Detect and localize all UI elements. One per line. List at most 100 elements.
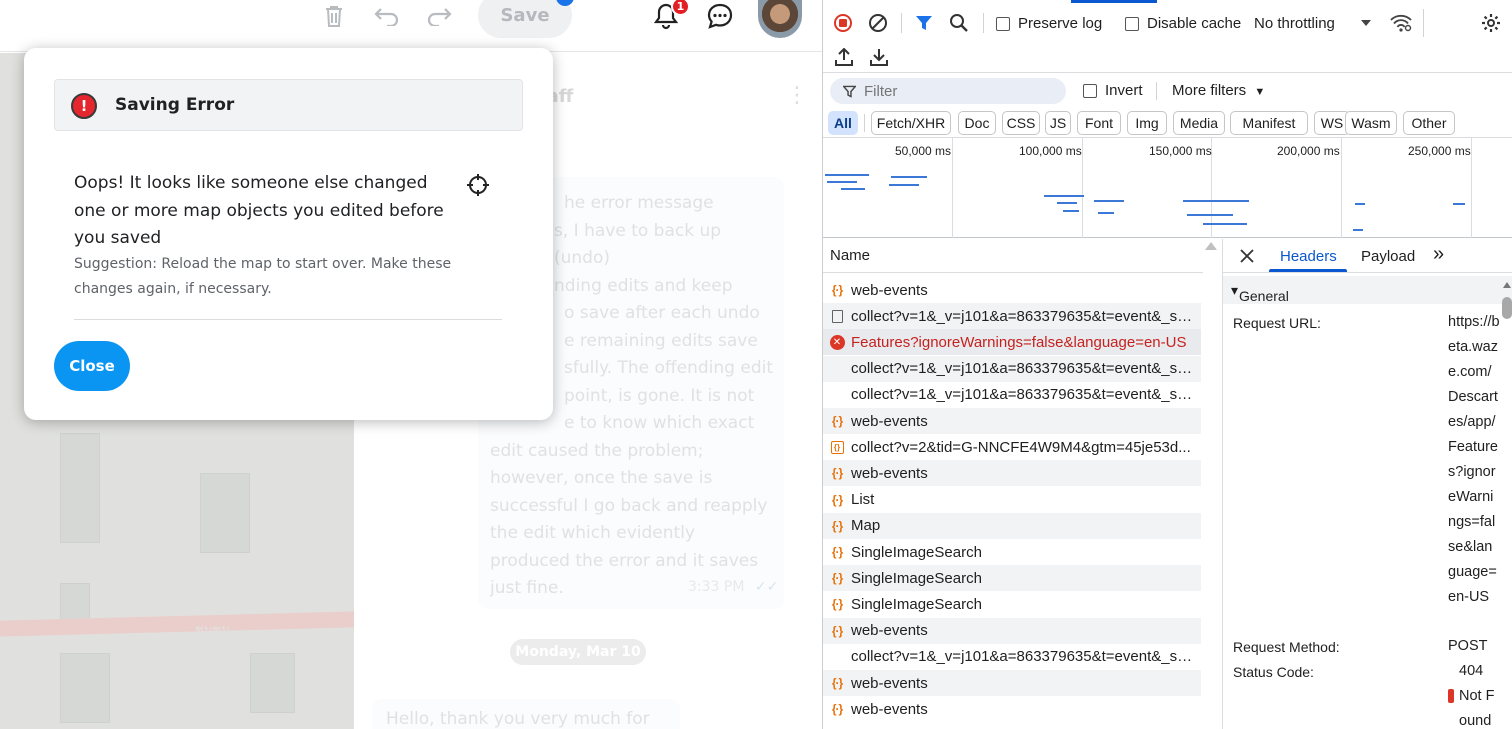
request-row[interactable]: {·} web-events	[823, 277, 1201, 303]
redo-icon[interactable]	[424, 2, 454, 30]
request-detail-pane: Headers Payload » ▾ General Request URL:…	[1222, 239, 1512, 729]
request-row[interactable]: collect?v=1&_v=j101&a=863379635&t=event&…	[823, 355, 1201, 382]
scroll-up-arrow-icon[interactable]	[1205, 242, 1217, 250]
invert-label: Invert	[1105, 82, 1143, 99]
close-icon[interactable]	[1237, 246, 1257, 266]
request-row[interactable]: collect?v=1&_v=j101&a=863379635&t=event&…	[823, 644, 1201, 670]
type-filter-font[interactable]: Font	[1077, 111, 1121, 135]
status-code-value: 404	[1459, 663, 1484, 679]
type-filter-img[interactable]: Img	[1127, 111, 1167, 135]
request-method-label: Request Method:	[1233, 639, 1340, 655]
filter-funnel-icon[interactable]	[912, 11, 936, 35]
top-toolbar: Save 1	[0, 0, 822, 52]
type-filter-all[interactable]: All	[828, 111, 858, 135]
fetch-xhr-icon: {·}	[831, 545, 843, 559]
search-icon[interactable]	[947, 11, 971, 35]
tab-headers[interactable]: Headers	[1280, 248, 1337, 265]
more-tabs-icon[interactable]: »	[1433, 243, 1444, 266]
request-name: web-events	[851, 412, 928, 430]
network-toolbar-row2	[823, 41, 1512, 73]
fetch-xhr-icon: {·}	[831, 414, 843, 428]
scroll-up-arrow-icon[interactable]	[1503, 282, 1511, 288]
dialog-message: Oops! It looks like someone else changed…	[74, 173, 444, 248]
clear-icon[interactable]	[866, 11, 890, 35]
request-row[interactable]: {} collect?v=2&tid=G-NNCFE4W9M4&gtm=45je5…	[823, 434, 1201, 460]
request-row[interactable]: {·} List	[823, 487, 1201, 513]
export-har-icon[interactable]	[867, 45, 891, 69]
type-filter-doc[interactable]: Doc	[958, 111, 996, 135]
dialog-title: Saving Error	[115, 95, 235, 115]
preserve-log-checkbox[interactable]	[996, 17, 1010, 31]
name-column-header[interactable]: Name	[823, 239, 1203, 273]
user-avatar[interactable]	[758, 0, 802, 38]
type-filter-fetch-xhr[interactable]: Fetch/XHR	[871, 111, 951, 135]
throttling-value: No throttling	[1254, 15, 1335, 32]
tab-payload[interactable]: Payload	[1361, 248, 1415, 265]
fetch-xhr-icon: {·}	[831, 571, 843, 586]
status-code-label: Status Code:	[1233, 664, 1314, 680]
fetch-xhr-icon: {·}	[831, 597, 843, 612]
undo-icon[interactable]	[372, 2, 402, 30]
request-row[interactable]: collect?v=1&_v=j101&a=863379635&t=event&…	[823, 303, 1201, 330]
stop-recording-icon[interactable]	[831, 11, 855, 35]
timeline-request-bar	[1183, 200, 1249, 202]
save-button[interactable]: Save	[478, 0, 572, 38]
network-conditions-icon[interactable]	[1388, 11, 1414, 35]
request-row[interactable]: {·} web-events	[823, 670, 1201, 696]
request-row[interactable]: {·} web-events	[823, 408, 1201, 434]
request-row[interactable]: collect?v=1&_v=j101&a=863379635&t=event&…	[823, 382, 1201, 408]
resource-type-filters: All Fetch/XHR Doc CSS JS Font Img Media …	[823, 108, 1512, 138]
chat-icon[interactable]	[704, 1, 736, 31]
timeline-tick: 150,000 ms	[1149, 144, 1212, 158]
timeline-request-bar	[1187, 214, 1233, 216]
request-row[interactable]: {·} SingleImageSearch	[823, 565, 1201, 592]
map-editor-app: Save 1 ชุมชน taff ⋮ he error message s, …	[0, 0, 822, 729]
toolbar-separator	[983, 13, 984, 33]
filter-input[interactable]	[864, 81, 1054, 101]
request-name: collect?v=1&_v=j101&a=863379635&t=event&…	[851, 307, 1197, 325]
type-filter-js[interactable]: JS	[1045, 111, 1071, 135]
detail-tabs: Headers Payload »	[1223, 239, 1512, 273]
request-row[interactable]: {·} web-events	[823, 460, 1201, 487]
request-name: web-events	[851, 674, 928, 692]
crosshair-icon[interactable]	[466, 173, 490, 197]
request-row[interactable]: {·} Map	[823, 512, 1201, 539]
timeline-tick: 200,000 ms	[1277, 144, 1340, 158]
request-name: Features?ignoreWarnings=false&language=e…	[851, 333, 1187, 351]
type-filter-css[interactable]: CSS	[1002, 111, 1040, 135]
request-row[interactable]: ✕ Features?ignoreWarnings=false&language=…	[823, 329, 1201, 356]
disable-cache-checkbox[interactable]	[1125, 17, 1139, 31]
close-button[interactable]: Close	[54, 341, 130, 391]
invert-checkbox[interactable]	[1083, 84, 1097, 98]
document-icon	[823, 309, 851, 323]
type-filter-media[interactable]: Media	[1173, 111, 1225, 135]
timeline-request-bar	[1355, 203, 1365, 205]
scrollbar-thumb[interactable]	[1502, 297, 1512, 319]
timeline-request-bar	[1094, 200, 1124, 202]
settings-gear-icon[interactable]	[1479, 11, 1503, 35]
request-row[interactable]: {·} web-events	[823, 617, 1201, 644]
fetch-xhr-icon: {·}	[831, 492, 843, 507]
timeline-gridline	[1082, 138, 1083, 238]
more-filters-dropdown[interactable]: More filters ▼	[1172, 82, 1265, 99]
chevron-down-icon[interactable]	[1359, 16, 1373, 30]
throttling-select[interactable]: No throttling	[1254, 15, 1335, 32]
request-row[interactable]: {·} SingleImageSearch	[823, 591, 1201, 617]
network-overview-timeline[interactable]: 50,000 ms 100,000 ms 150,000 ms 200,000 …	[823, 138, 1512, 238]
type-filter-other[interactable]: Other	[1403, 111, 1455, 135]
fetch-xhr-icon: {·}	[831, 466, 843, 481]
fetch-xhr-icon: {·}	[831, 283, 843, 297]
import-har-icon[interactable]	[832, 45, 856, 69]
trash-icon[interactable]	[320, 2, 348, 30]
general-section-header[interactable]: ▾ General	[1223, 276, 1512, 304]
type-filter-manifest[interactable]: Manifest	[1230, 111, 1308, 135]
timeline-request-bar	[1057, 202, 1077, 204]
timeline-tick: 100,000 ms	[1019, 144, 1082, 158]
request-name: web-events	[851, 622, 928, 640]
request-method-value: POST	[1448, 638, 1488, 654]
request-row[interactable]: {·} web-events	[823, 696, 1201, 722]
timeline-request-bar	[1098, 212, 1114, 214]
request-row[interactable]: {·} SingleImageSearch	[823, 539, 1201, 565]
type-filter-wasm[interactable]: Wasm	[1345, 111, 1397, 135]
active-tab-underline	[1269, 269, 1347, 272]
